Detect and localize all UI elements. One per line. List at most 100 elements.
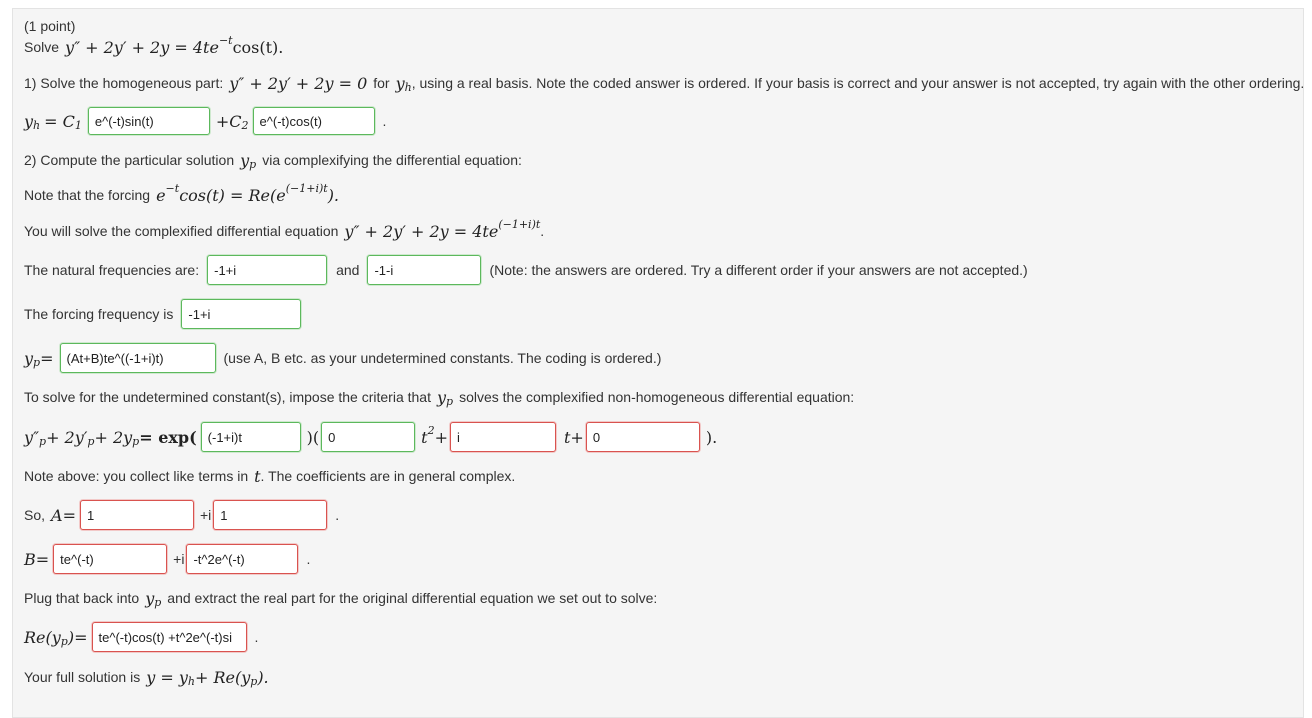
plug-yp-subscript: p	[154, 595, 162, 609]
plug-intro: Plug that back into	[24, 590, 140, 606]
forcing-close: ).	[327, 185, 340, 205]
problem-statement: Solve y″ + 2y′ + 2y = 4te −t cos(t).	[24, 34, 283, 60]
b-plus-i: +i	[173, 551, 185, 567]
yp-guess-note: (use A, B etc. as your undetermined cons…	[223, 350, 662, 366]
c1-symbol: = C	[44, 111, 75, 131]
forcing-frequency-label: The forcing frequency is	[24, 306, 174, 322]
plug-text: Plug that back into yp and extract the r…	[24, 584, 657, 612]
full-solution-y: y = y	[146, 667, 188, 687]
forcing-frequency-input[interactable]: -1+i	[181, 299, 302, 329]
c2-symbol: +C	[215, 111, 242, 131]
natural-frequencies-note: (Note: the answers are ordered. Try a di…	[489, 262, 1028, 278]
forcing-re: cos(t) = Re(e	[179, 185, 286, 205]
plug-tail: and extract the real part for the origin…	[167, 590, 658, 606]
natural-frequencies-row: The natural frequencies are: -1+i and -1…	[24, 255, 1028, 285]
b-row: B = te^(-t) +i -t^2e^(-t) .	[24, 544, 310, 574]
problem-equation-tail: cos(t).	[232, 37, 284, 57]
part1-text: 1) Solve the homogeneous part: y″ + 2y′ …	[24, 69, 1304, 97]
t-squared-exp: 2	[427, 423, 435, 437]
a-plus-i: +i	[199, 507, 212, 523]
t-plus: t+	[564, 427, 584, 447]
c1-subscript: 1	[74, 118, 82, 132]
problem-exponent: −t	[218, 33, 233, 47]
yp-term: + 2y	[94, 427, 133, 447]
full-solution-h-sub: h	[187, 674, 195, 688]
part2-intro: 2) Compute the particular solution	[24, 152, 235, 168]
complexified-period: .	[540, 223, 545, 239]
part1-intro: 1) Solve the homogeneous part:	[24, 75, 224, 91]
yp-term-sub: p	[132, 434, 140, 448]
re-yp-symbol: Re(y	[24, 627, 61, 647]
plus-sign: +	[434, 427, 448, 447]
part1-instructions: , using a real basis. Note the coded ans…	[411, 75, 1305, 91]
points-text: (1 point)	[24, 18, 76, 34]
constant-coefficient-input[interactable]: 0	[585, 422, 700, 452]
criteria-text: To solve for the undetermined constant(s…	[24, 383, 854, 411]
yp-first-sub: p	[87, 434, 95, 448]
full-solution-p-sub: p	[250, 674, 258, 688]
yh-lhs: y	[24, 111, 34, 131]
yh-answer-row: yh = C1 e^(-t)sin(t) +C 2 e^(-t)cos(t) .	[24, 107, 386, 135]
forcing-exp: −t	[165, 181, 180, 195]
t-coefficient-input[interactable]: i	[450, 422, 556, 452]
yh-subscript: h	[404, 80, 412, 94]
like-terms-text: Note above: you collect like terms in	[24, 468, 249, 484]
yp-first-derivative: + 2y′	[46, 427, 88, 447]
a-row: So, A = 1 +i 1 .	[24, 500, 339, 530]
paren-open: )(	[306, 427, 320, 447]
b-symbol: B	[24, 549, 36, 569]
yp-guess-symbol: y	[24, 348, 34, 368]
yp-guess-subscript: p	[33, 355, 41, 369]
real-part-input[interactable]: te^(-t)cos(t) +t^2e^(-t)si	[91, 622, 247, 652]
yp-subscript: p	[249, 157, 257, 171]
full-solution-re: + Re(y	[194, 667, 251, 687]
like-terms-tail: . The coefficients are in general comple…	[260, 468, 516, 484]
yh-basis2-input[interactable]: e^(-t)cos(t)	[252, 107, 375, 135]
b-imag-input[interactable]: -t^2e^(-t)	[186, 544, 299, 574]
complexified-note: You will solve the complexified differen…	[24, 217, 544, 245]
yh-lhs-subscript: h	[33, 118, 41, 132]
yp-guess-row: yp = (At+B)te^((-1+i)t) (use A, B etc. a…	[24, 343, 661, 373]
yh-period: .	[382, 113, 387, 129]
natural-frequency1-input[interactable]: -1+i	[207, 255, 328, 285]
full-solution-text: Your full solution is	[24, 669, 141, 685]
complexified-exp: (−1+i)t	[498, 217, 541, 231]
forcing-note-text: Note that the forcing	[24, 187, 151, 203]
a-real-input[interactable]: 1	[79, 500, 194, 530]
like-terms-note: Note above: you collect like terms in t …	[24, 462, 515, 490]
criteria-tail: solves the complexified non-homogeneous …	[459, 389, 855, 405]
part2-method: via complexifying the differential equat…	[262, 152, 522, 168]
yh-basis1-input[interactable]: e^(-t)sin(t)	[87, 107, 210, 135]
yh-symbol: y	[395, 73, 405, 93]
criteria-yp: y	[436, 387, 447, 407]
re-yp-subscript: p	[60, 634, 68, 648]
and-label: and	[336, 262, 360, 278]
b-equals: =	[35, 549, 50, 569]
natural-frequency2-input[interactable]: -1-i	[367, 255, 482, 285]
forcing-re-exp: (−1+i)t	[285, 181, 328, 195]
a-equals: =	[62, 505, 76, 525]
forcing-e: e	[156, 185, 166, 205]
plug-yp: y	[145, 588, 155, 608]
b-period: .	[306, 551, 311, 567]
full-solution-close: ).	[257, 667, 269, 687]
c2-subscript: 2	[241, 118, 249, 132]
yp-second-derivative: y″	[24, 427, 40, 447]
criteria-yp-subscript: p	[446, 394, 454, 408]
yp-second-sub: p	[39, 434, 47, 448]
a-imag-input[interactable]: 1	[213, 500, 328, 530]
criteria-intro: To solve for the undetermined constant(s…	[24, 389, 431, 405]
yp-symbol: y	[240, 150, 250, 170]
b-real-input[interactable]: te^(-t)	[53, 544, 168, 574]
yp-guess-input[interactable]: (At+B)te^((-1+i)t)	[59, 343, 216, 373]
complexified-equation: y″ + 2y′ + 2y = 4te	[344, 221, 499, 241]
so-label: So,	[24, 507, 46, 523]
exp-argument-input[interactable]: (-1+i)t	[200, 422, 301, 452]
solve-label: Solve	[24, 39, 60, 55]
part2-text: 2) Compute the particular solution yp vi…	[24, 146, 522, 174]
real-part-row: Re(y p) = te^(-t)cos(t) +t^2e^(-t)si .	[24, 622, 258, 652]
full-solution-row: Your full solution is y = yh + Re(y p).	[24, 663, 269, 691]
forcing-frequency-row: The forcing frequency is -1+i	[24, 299, 302, 329]
t2-coefficient-input[interactable]: 0	[321, 422, 416, 452]
exp-label: = exp(	[139, 427, 197, 447]
